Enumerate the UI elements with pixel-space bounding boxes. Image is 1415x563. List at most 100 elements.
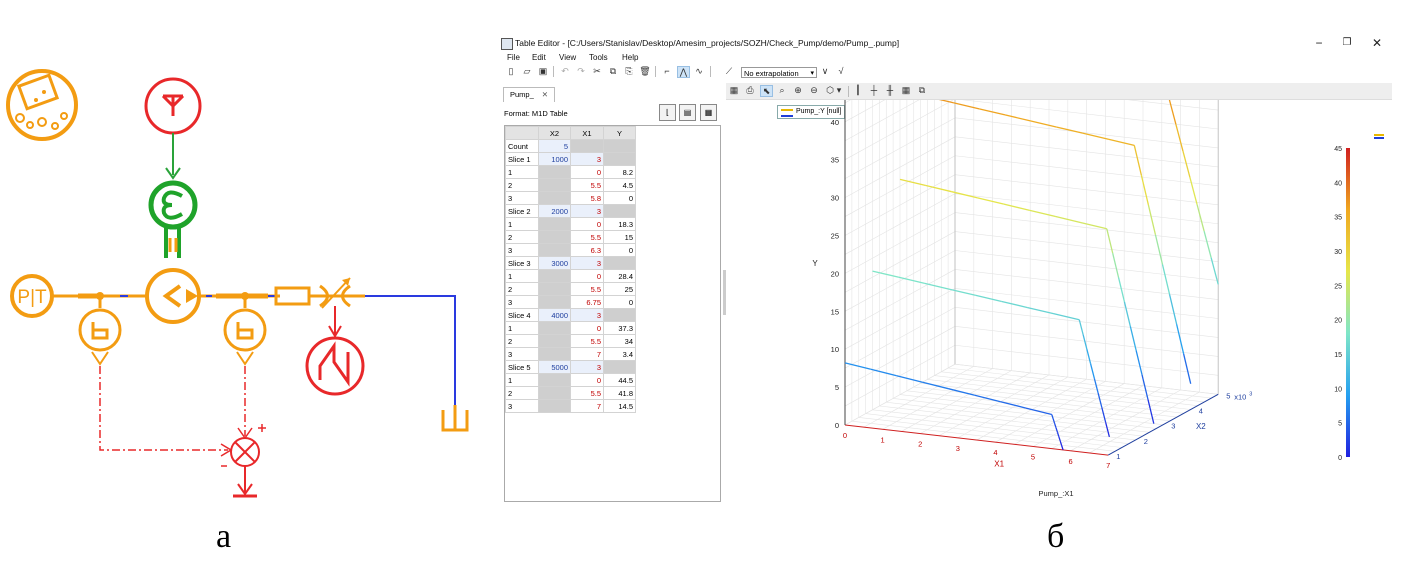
slice-x2-cell[interactable]: 5000 bbox=[538, 360, 571, 374]
y-cell[interactable]: 0 bbox=[603, 243, 636, 257]
y-cell[interactable]: 28.4 bbox=[603, 269, 636, 283]
chevron-down-icon[interactable]: ▾ bbox=[836, 85, 842, 96]
menu-help[interactable]: Help bbox=[622, 53, 638, 62]
save-icon[interactable]: ▣ bbox=[537, 66, 549, 77]
undo-icon[interactable]: ↶ bbox=[559, 66, 571, 77]
slice-count-cell[interactable]: 3 bbox=[570, 204, 604, 218]
x1-cell[interactable]: 7 bbox=[570, 347, 604, 361]
x1-cell[interactable]: 0 bbox=[570, 165, 604, 179]
colorbar-tick-label: 0 bbox=[1338, 455, 1342, 462]
grid-icon[interactable]: ▦ bbox=[900, 85, 912, 96]
x1-cell[interactable]: 0 bbox=[570, 321, 604, 335]
y-cell[interactable]: 15 bbox=[603, 230, 636, 244]
close-tab-icon[interactable]: ✕ bbox=[542, 90, 548, 99]
floor-gridline bbox=[906, 390, 1171, 422]
select-pointer-icon[interactable]: ⬉ bbox=[760, 85, 773, 97]
series-line bbox=[870, 368, 897, 377]
series-line bbox=[1135, 350, 1143, 376]
x1-cell[interactable]: 5.5 bbox=[570, 230, 604, 244]
x1-cell[interactable]: 5.8 bbox=[570, 191, 604, 205]
x1-cell[interactable]: 5.5 bbox=[570, 178, 604, 192]
y-cell[interactable]: 0 bbox=[603, 295, 636, 309]
vertical-cursor-icon[interactable]: ┃ bbox=[852, 85, 864, 96]
x1-cell[interactable]: 5.5 bbox=[570, 282, 604, 296]
x1-cell[interactable]: 6.75 bbox=[570, 295, 604, 309]
floor-gridline bbox=[927, 379, 1191, 410]
x1-cell[interactable]: 5.5 bbox=[570, 386, 604, 400]
cut-icon[interactable]: ✂ bbox=[591, 66, 603, 77]
y-cell[interactable]: 34 bbox=[603, 334, 636, 348]
y-cell[interactable]: 4.5 bbox=[603, 178, 636, 192]
x1-cell[interactable]: 0 bbox=[570, 217, 604, 231]
y-cell[interactable]: 8.2 bbox=[603, 165, 636, 179]
pressure-temperature-source-icon: P|T bbox=[10, 274, 54, 318]
header-x1[interactable]: X1 bbox=[570, 126, 604, 140]
copy-icon[interactable]: ⧉ bbox=[607, 66, 619, 77]
paste-icon[interactable]: ⎘ bbox=[623, 66, 635, 77]
copy-plot-icon[interactable]: ⧉ bbox=[916, 85, 928, 96]
surface-plot-3d[interactable]: 0123456705101520253035404512345X1YX2x103… bbox=[726, 100, 1392, 505]
slice-count-cell[interactable]: 3 bbox=[570, 308, 604, 322]
x1-cell[interactable]: 5.5 bbox=[570, 334, 604, 348]
series-line bbox=[1054, 423, 1057, 429]
extrapolation-icon[interactable]: ⟋ bbox=[723, 66, 735, 77]
zoom-box-icon[interactable]: ⌕ bbox=[776, 85, 788, 96]
y-cell[interactable]: 14.5 bbox=[603, 399, 636, 413]
step-interp-icon[interactable]: ⌐ bbox=[661, 66, 673, 77]
dual-cursor-icon[interactable]: ╫ bbox=[884, 85, 896, 96]
header-y[interactable]: Y bbox=[603, 126, 636, 140]
slice-count-cell[interactable]: 3 bbox=[570, 256, 604, 270]
restore-button[interactable]: ❐ bbox=[1335, 34, 1359, 52]
y-cell[interactable]: 3.4 bbox=[603, 347, 636, 361]
y-cell[interactable]: 18.3 bbox=[603, 217, 636, 231]
slice-x2-cell[interactable]: 4000 bbox=[538, 308, 571, 322]
variable-restriction-icon bbox=[319, 277, 351, 338]
x-tick-label: 4 bbox=[993, 448, 997, 457]
delete-icon[interactable]: 🗑 bbox=[639, 66, 651, 77]
slice-header-row: Slice 5 5000 3 bbox=[505, 360, 636, 374]
plot-view-icon[interactable]: ⌊ bbox=[659, 104, 676, 121]
table-row: 3 6.3 0 bbox=[505, 243, 636, 257]
export-icon[interactable]: ▦ bbox=[728, 85, 740, 96]
extrapolation-select[interactable]: No extrapolation ▾ bbox=[741, 67, 817, 78]
slice-x2-cell[interactable]: 3000 bbox=[538, 256, 571, 270]
menu-view[interactable]: View bbox=[559, 53, 576, 62]
table-view-icon[interactable]: ▤ bbox=[679, 104, 696, 121]
x1-cell[interactable]: 0 bbox=[570, 269, 604, 283]
floor-gridline bbox=[865, 413, 1129, 444]
y-cell[interactable]: 44.5 bbox=[603, 373, 636, 387]
y-cell[interactable]: 41.8 bbox=[603, 386, 636, 400]
menu-edit[interactable]: Edit bbox=[532, 53, 546, 62]
menu-file[interactable]: File bbox=[507, 53, 520, 62]
rotate-3d-icon[interactable]: ⬡ bbox=[824, 85, 836, 96]
y-cell[interactable]: 0 bbox=[603, 191, 636, 205]
zoom-in-icon[interactable]: ⊕ bbox=[792, 85, 804, 96]
redo-icon[interactable]: ↷ bbox=[575, 66, 587, 77]
extrap-right-icon[interactable]: √ bbox=[835, 66, 847, 77]
linear-interp-icon[interactable]: ⋀ bbox=[677, 66, 690, 78]
plot-area[interactable]: Pump_:Y [null] 0123456705101520253035404… bbox=[726, 100, 1392, 505]
crosshair-icon[interactable]: ┼ bbox=[868, 85, 880, 96]
zoom-out-icon[interactable]: ⊖ bbox=[808, 85, 820, 96]
print-icon[interactable]: ⎙ bbox=[744, 85, 756, 96]
header-x2[interactable]: X2 bbox=[538, 126, 571, 140]
y-cell[interactable]: 37.3 bbox=[603, 321, 636, 335]
close-button[interactable]: ✕ bbox=[1365, 34, 1389, 52]
menu-tools[interactable]: Tools bbox=[589, 53, 608, 62]
x1-cell[interactable]: 7 bbox=[570, 399, 604, 413]
x1-cell[interactable]: 6.3 bbox=[570, 243, 604, 257]
slice-x2-cell[interactable]: 2000 bbox=[538, 204, 571, 218]
slice-count-cell[interactable]: 3 bbox=[570, 360, 604, 374]
y-cell[interactable]: 25 bbox=[603, 282, 636, 296]
properties-icon[interactable]: ▦ bbox=[700, 104, 717, 121]
open-folder-icon[interactable]: ▱ bbox=[521, 66, 533, 77]
minimize-button[interactable]: − bbox=[1307, 34, 1331, 52]
x1-cell[interactable]: 0 bbox=[570, 373, 604, 387]
slice-x2-cell[interactable]: 1000 bbox=[538, 152, 571, 166]
count-value-cell[interactable]: 5 bbox=[538, 139, 571, 153]
spline-interp-icon[interactable]: ∿ bbox=[693, 66, 705, 77]
slice-count-cell[interactable]: 3 bbox=[570, 152, 604, 166]
new-file-icon[interactable]: ▯ bbox=[505, 66, 517, 77]
tab-pump[interactable]: Pump_ ✕ bbox=[503, 87, 556, 102]
extrap-left-icon[interactable]: ∨ bbox=[819, 66, 831, 77]
